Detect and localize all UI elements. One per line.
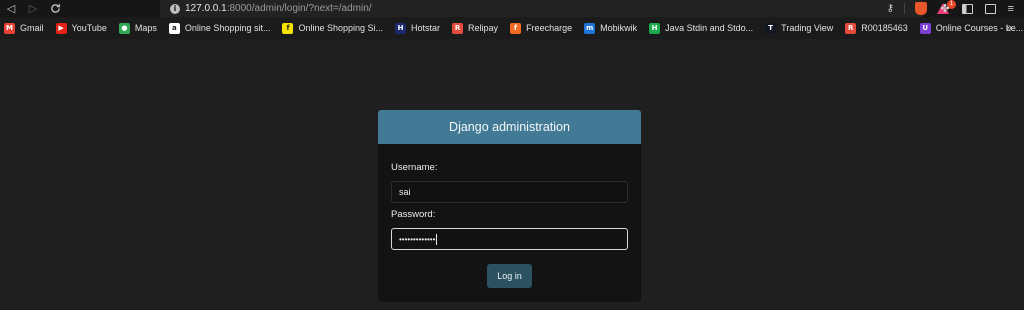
address-bar[interactable]: i 127.0.0.1:8000/admin/login/?next=/admi…: [160, 0, 923, 17]
tradingview-icon: T: [765, 22, 777, 34]
relipay-icon: R: [845, 22, 857, 34]
wallet-icon[interactable]: [984, 3, 996, 14]
bookmark-label: Online Shopping Si...: [298, 23, 384, 33]
login-panel: Django administration Username: sai Pass…: [378, 110, 641, 302]
url-path: :8000/admin/login/?next=/admin/: [226, 3, 372, 14]
hackerrank-icon: H: [649, 22, 661, 34]
flipkart-icon: f: [282, 22, 294, 34]
bookmark-label: Online Shopping sit...: [184, 23, 271, 33]
hotstar-icon: H: [395, 22, 407, 34]
bookmark-item[interactable]: H Hotstar: [395, 17, 440, 39]
password-row: Password: •••••••••••••: [391, 209, 628, 250]
bookmarks-bar: M Gmail ▶ YouTube ● Maps a Online Shopping sit.…: [0, 17, 1024, 39]
bookmark-item[interactable]: R R00185463: [845, 17, 908, 39]
youtube-icon: ▶: [55, 22, 67, 34]
bookmark-label: Trading View: [781, 23, 834, 33]
double-chevron-icon: »: [1005, 22, 1012, 34]
back-icon: ◁: [6, 3, 16, 15]
text-caret: [436, 233, 438, 245]
bookmark-label: Maps: [134, 23, 157, 33]
bookmark-label: YouTube: [71, 23, 107, 33]
sidebar-icon[interactable]: [961, 3, 973, 14]
bookmarks-overflow-button[interactable]: »: [1006, 17, 1012, 39]
reload-icon: [50, 4, 60, 13]
bookmark-item[interactable]: a Online Shopping sit...: [168, 17, 271, 39]
password-value: •••••••••••••: [399, 234, 436, 244]
bookmark-label: Hotstar: [411, 23, 441, 33]
page-body: Django administration Username: sai Pass…: [0, 39, 1024, 310]
courses-icon: U: [919, 22, 931, 34]
bookmark-label: Relipay: [468, 23, 499, 33]
username-label: Username:: [391, 162, 438, 173]
password-input[interactable]: •••••••••••••: [391, 228, 628, 250]
maps-icon: ●: [118, 22, 130, 34]
username-input[interactable]: sai: [391, 181, 628, 203]
bookmark-item[interactable]: f Online Shopping Si...: [282, 17, 383, 39]
password-label: Password:: [391, 209, 436, 220]
mobikwik-icon: m: [584, 22, 596, 34]
toolbar-right: ✤ ≡: [940, 0, 1024, 17]
brave-shields-icon[interactable]: [915, 2, 927, 15]
forward-button[interactable]: ▷: [22, 0, 44, 17]
gmail-icon: M: [4, 22, 15, 34]
bookmark-label: Gmail: [20, 23, 44, 33]
username-row: Username: sai: [391, 162, 628, 203]
login-header: Django administration: [378, 110, 641, 144]
freecharge-icon: f: [510, 22, 522, 34]
divider: [904, 3, 905, 14]
site-title: Django administration: [449, 120, 570, 134]
menu-icon[interactable]: ≡: [1008, 3, 1014, 15]
login-button-label: Log in: [497, 271, 522, 281]
browser-toolbar: ◁ ▷ i 127.0.0.1:8000/admin/login/?next=/…: [0, 0, 1024, 17]
password-key-icon[interactable]: ⚷: [887, 3, 894, 14]
bookmark-item[interactable]: ▶ YouTube: [55, 17, 107, 39]
bookmark-label: Java Stdin and Stdo...: [665, 23, 754, 33]
bookmark-item[interactable]: m Mobikwik: [584, 17, 637, 39]
bookmark-item[interactable]: ● Maps: [118, 17, 157, 39]
username-value: sai: [399, 187, 411, 197]
reload-button[interactable]: [44, 0, 66, 17]
forward-icon: ▷: [28, 3, 38, 15]
bookmark-item[interactable]: H Java Stdin and Stdo...: [649, 17, 753, 39]
bookmark-label: R00185463: [861, 23, 908, 33]
bookmark-label: Freecharge: [526, 23, 573, 33]
login-button[interactable]: Log in: [487, 264, 532, 288]
bookmark-item[interactable]: T Trading View: [765, 17, 833, 39]
amazon-icon: a: [168, 22, 180, 34]
back-button[interactable]: ◁: [0, 0, 22, 17]
bookmark-item[interactable]: M Gmail: [4, 17, 44, 39]
extensions-icon[interactable]: ✤: [940, 2, 949, 15]
relipay-icon: R: [452, 22, 464, 34]
site-info-icon[interactable]: i: [170, 3, 180, 14]
bookmark-item[interactable]: f Freecharge: [510, 17, 572, 39]
url-host: 127.0.0.1: [185, 3, 227, 14]
bookmark-item[interactable]: R Relipay: [452, 17, 498, 39]
bookmark-label: Mobikwik: [600, 23, 638, 33]
